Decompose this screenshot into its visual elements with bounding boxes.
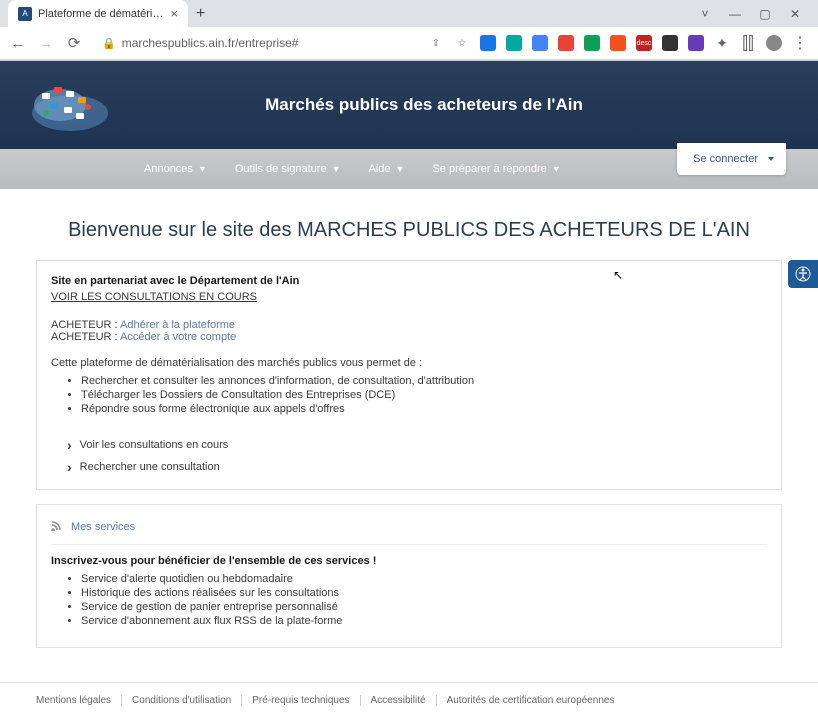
extension-icons: ⇪ ☆ desc ✦ ⫿⫿ ⋮	[428, 35, 808, 51]
panel-title: Mes services	[71, 521, 135, 533]
browser-chrome: A Plateforme de dématérialisation × + ˅ …	[0, 0, 818, 61]
extension-2-icon[interactable]	[506, 35, 522, 51]
welcome-panel: Site en partenariat avec le Département …	[36, 260, 782, 490]
page-title: Bienvenue sur le site des MARCHES PUBLIC…	[36, 219, 782, 242]
nav-annonces[interactable]: Annonces ▼	[130, 163, 221, 175]
site-header: Marchés publics des acheteurs de l'Ain	[0, 61, 818, 149]
url-input[interactable]: 🔒 marchespublics.ain.fr/entreprise#	[94, 33, 416, 53]
bookmark-icon[interactable]: ☆	[454, 35, 470, 51]
back-button[interactable]: ←	[10, 35, 26, 52]
list-item: Service d'abonnement aux flux RSS de la …	[81, 615, 767, 627]
window-controls: ˅ — ▢ ✕	[690, 3, 810, 25]
site-logo	[30, 77, 110, 133]
intro-text: Cette plateforme de dématérialisation de…	[51, 357, 767, 369]
services-panel: Mes services Inscrivez-vous pour bénéfic…	[36, 504, 782, 648]
profile-avatar-icon[interactable]	[766, 35, 782, 51]
favicon-icon: A	[18, 7, 32, 21]
nav-label: Aide	[369, 163, 391, 175]
lock-icon: 🔒	[102, 37, 116, 50]
extension-5-icon[interactable]	[584, 35, 600, 51]
extension-4-icon[interactable]	[558, 35, 574, 51]
extension-6-icon[interactable]	[610, 35, 626, 51]
nav-bar: Annonces ▼ Outils de signature ▼ Aide ▼ Se …	[0, 149, 818, 189]
buyer-label: ACHETEUR :	[51, 319, 120, 331]
buyer-label: ACHETEUR :	[51, 331, 120, 343]
tab-bar: A Plateforme de dématérialisation × + ˅ …	[0, 0, 818, 27]
extension-3-icon[interactable]	[532, 35, 548, 51]
nav-label: Annonces	[144, 163, 193, 175]
buyer-access-link[interactable]: Accéder à votre compte	[120, 331, 236, 343]
share-icon[interactable]: ⇪	[428, 35, 444, 51]
forward-button: →	[38, 35, 54, 52]
accessibility-badge[interactable]	[788, 260, 818, 288]
nav-aide[interactable]: Aide ▼	[355, 163, 419, 175]
list-item: Télécharger les Dossiers de Consultation…	[81, 389, 767, 401]
link-text: Voir les consultations en cours	[80, 439, 229, 451]
chevron-down-icon: ▼	[552, 164, 561, 174]
feature-list: Rechercher et consulter les annonces d'i…	[81, 375, 767, 415]
nav-label: Outils de signature	[235, 163, 327, 175]
extension-8-icon[interactable]	[662, 35, 678, 51]
footer-terms-link[interactable]: Conditions d'utilisation	[122, 695, 242, 706]
address-bar: ← → ⟳ 🔒 marchespublics.ain.fr/entreprise…	[0, 27, 818, 60]
main-content: Bienvenue sur le site des MARCHES PUBLIC…	[0, 189, 818, 682]
list-item: Historique des actions réalisées sur les…	[81, 587, 767, 599]
partner-text: Site en partenariat avec le Département …	[51, 275, 767, 287]
footer: Mentions légales Conditions d'utilisatio…	[0, 682, 818, 718]
footer-prereq-link[interactable]: Pré-requis techniques	[242, 695, 360, 706]
footer-legal-link[interactable]: Mentions légales	[36, 695, 122, 706]
kebab-menu-icon[interactable]: ⋮	[792, 35, 808, 51]
close-window-icon[interactable]: ✕	[788, 7, 802, 21]
nav-label: Se préparer à répondre	[432, 163, 546, 175]
nav-outils[interactable]: Outils de signature ▼	[221, 163, 355, 175]
chevron-down-icon: ▼	[198, 164, 207, 174]
list-item: Service de gestion de panier entreprise …	[81, 601, 767, 613]
reload-button[interactable]: ⟳	[66, 34, 82, 52]
list-item: Rechercher et consulter les annonces d'i…	[81, 375, 767, 387]
reading-list-icon[interactable]: ⫿⫿	[740, 35, 756, 51]
extension-1-icon[interactable]	[480, 35, 496, 51]
list-item: Service d'alerte quotidien ou hebdomadai…	[81, 573, 767, 585]
link-text: Rechercher une consultation	[80, 461, 220, 473]
site-title: Marchés publics des acheteurs de l'Ain	[140, 95, 788, 115]
extension-7-icon[interactable]: desc	[636, 35, 652, 51]
buyer-join-link[interactable]: Adhérer à la plateforme	[120, 319, 235, 331]
chevron-down-icon: ▼	[332, 164, 341, 174]
chevron-down-icon: ▼	[396, 164, 405, 174]
footer-cert-link[interactable]: Autorités de certification européennes	[437, 695, 625, 706]
extensions-icon[interactable]: ✦	[714, 35, 730, 51]
login-button[interactable]: Se connecter	[677, 143, 786, 175]
rss-icon	[51, 519, 63, 534]
signup-text: Inscrivez-vous pour bénéficier de l'ense…	[51, 555, 767, 567]
caret-down-icon[interactable]: ˅	[698, 7, 712, 21]
url-text: marchespublics.ain.fr/entreprise#	[122, 36, 408, 50]
tab-title: Plateforme de dématérialisation	[38, 8, 164, 20]
consultations-link[interactable]: VOIR LES CONSULTATIONS EN COURS	[51, 291, 257, 303]
footer-accessibility-link[interactable]: Accessibilité	[361, 695, 437, 706]
minimize-icon[interactable]: —	[728, 7, 742, 21]
view-consultations-link[interactable]: Voir les consultations en cours	[51, 437, 767, 453]
extension-9-icon[interactable]	[688, 35, 704, 51]
browser-tab[interactable]: A Plateforme de dématérialisation ×	[8, 0, 188, 27]
new-tab-button[interactable]: +	[196, 5, 205, 23]
maximize-icon[interactable]: ▢	[758, 7, 772, 21]
list-item: Répondre sous forme électronique aux app…	[81, 403, 767, 415]
services-list: Service d'alerte quotidien ou hebdomadai…	[81, 573, 767, 627]
close-icon[interactable]: ×	[170, 6, 178, 21]
search-consultation-link[interactable]: Rechercher une consultation	[51, 459, 767, 475]
panel-header: Mes services	[51, 519, 767, 545]
nav-preparer[interactable]: Se préparer à répondre ▼	[418, 163, 574, 175]
